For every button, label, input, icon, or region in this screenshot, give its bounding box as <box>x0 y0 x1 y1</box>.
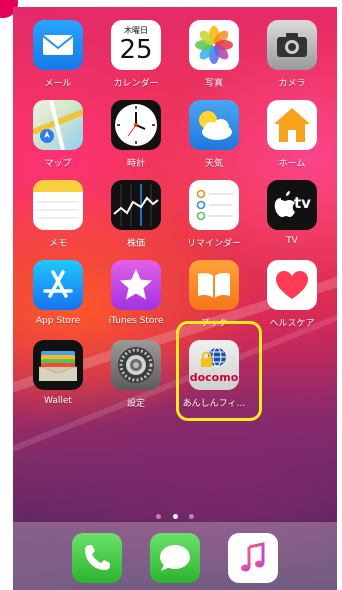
screenshot-frame: メール 木曜日 25 カレンダー 写真 カメラ マップ 時計 天気 ホーム メモ… <box>0 0 342 590</box>
tv-logo-text: tv <box>294 194 311 212</box>
app-maps[interactable]: マップ <box>23 100 93 169</box>
app-label: 設定 <box>126 399 145 409</box>
app-itunes[interactable]: iTunes Store <box>101 260 171 326</box>
camera-icon <box>267 20 317 70</box>
health-heart-icon <box>267 260 317 310</box>
app-stocks[interactable]: 株価 <box>101 180 171 249</box>
highlight-box <box>176 321 262 421</box>
stocks-icon <box>111 180 161 230</box>
app-label: TV <box>286 236 298 246</box>
calendar-icon: 木曜日 25 <box>111 20 161 70</box>
app-label: 天気 <box>204 159 223 169</box>
app-calendar[interactable]: 木曜日 25 カレンダー <box>101 20 171 89</box>
app-wallet[interactable]: Wallet <box>23 340 93 406</box>
clock-icon <box>111 100 161 150</box>
home-screen: メール 木曜日 25 カレンダー 写真 カメラ マップ 時計 天気 ホーム メモ… <box>13 7 337 590</box>
app-reminders[interactable]: リマインダー <box>179 180 249 249</box>
app-weather[interactable]: 天気 <box>179 100 249 169</box>
app-mail[interactable]: メール <box>23 20 93 89</box>
app-label: マップ <box>44 159 72 169</box>
notes-icon <box>33 180 83 230</box>
wallet-icon <box>33 340 83 390</box>
books-icon <box>189 260 239 310</box>
app-label: 時計 <box>126 159 145 169</box>
itunes-star-icon <box>111 260 161 310</box>
app-label: カレンダー <box>113 79 159 89</box>
settings-gear-icon <box>111 340 161 390</box>
app-home[interactable]: ホーム <box>257 100 327 169</box>
app-label: ヘルスケア <box>269 319 315 329</box>
app-photos[interactable]: 写真 <box>179 20 249 89</box>
app-books[interactable]: ブック <box>179 260 249 329</box>
photos-icon <box>189 20 239 70</box>
app-notes[interactable]: メモ <box>23 180 93 249</box>
app-health[interactable]: ヘルスケア <box>257 260 327 329</box>
app-label: ホーム <box>278 159 306 169</box>
mail-icon <box>33 20 83 70</box>
app-settings[interactable]: 設定 <box>101 340 171 409</box>
app-label: Wallet <box>44 396 72 406</box>
maps-icon <box>33 100 83 150</box>
appstore-icon <box>33 260 83 310</box>
calendar-day: 25 <box>119 35 153 65</box>
app-label: メモ <box>48 239 67 249</box>
app-tv[interactable]: tv TV <box>257 180 327 246</box>
app-label: リマインダー <box>186 239 241 249</box>
app-label: 写真 <box>204 79 223 89</box>
app-camera[interactable]: カメラ <box>257 20 327 89</box>
app-label: メール <box>44 79 72 89</box>
tv-icon: tv <box>267 180 317 230</box>
app-label: 株価 <box>126 239 145 249</box>
app-label: App Store <box>35 316 81 326</box>
app-label: カメラ <box>278 79 306 89</box>
app-appstore[interactable]: App Store <box>23 260 93 326</box>
weather-icon <box>189 100 239 150</box>
reminders-icon <box>189 180 239 230</box>
app-clock[interactable]: 時計 <box>101 100 171 169</box>
home-icon <box>267 100 317 150</box>
app-label: iTunes Store <box>108 316 164 326</box>
